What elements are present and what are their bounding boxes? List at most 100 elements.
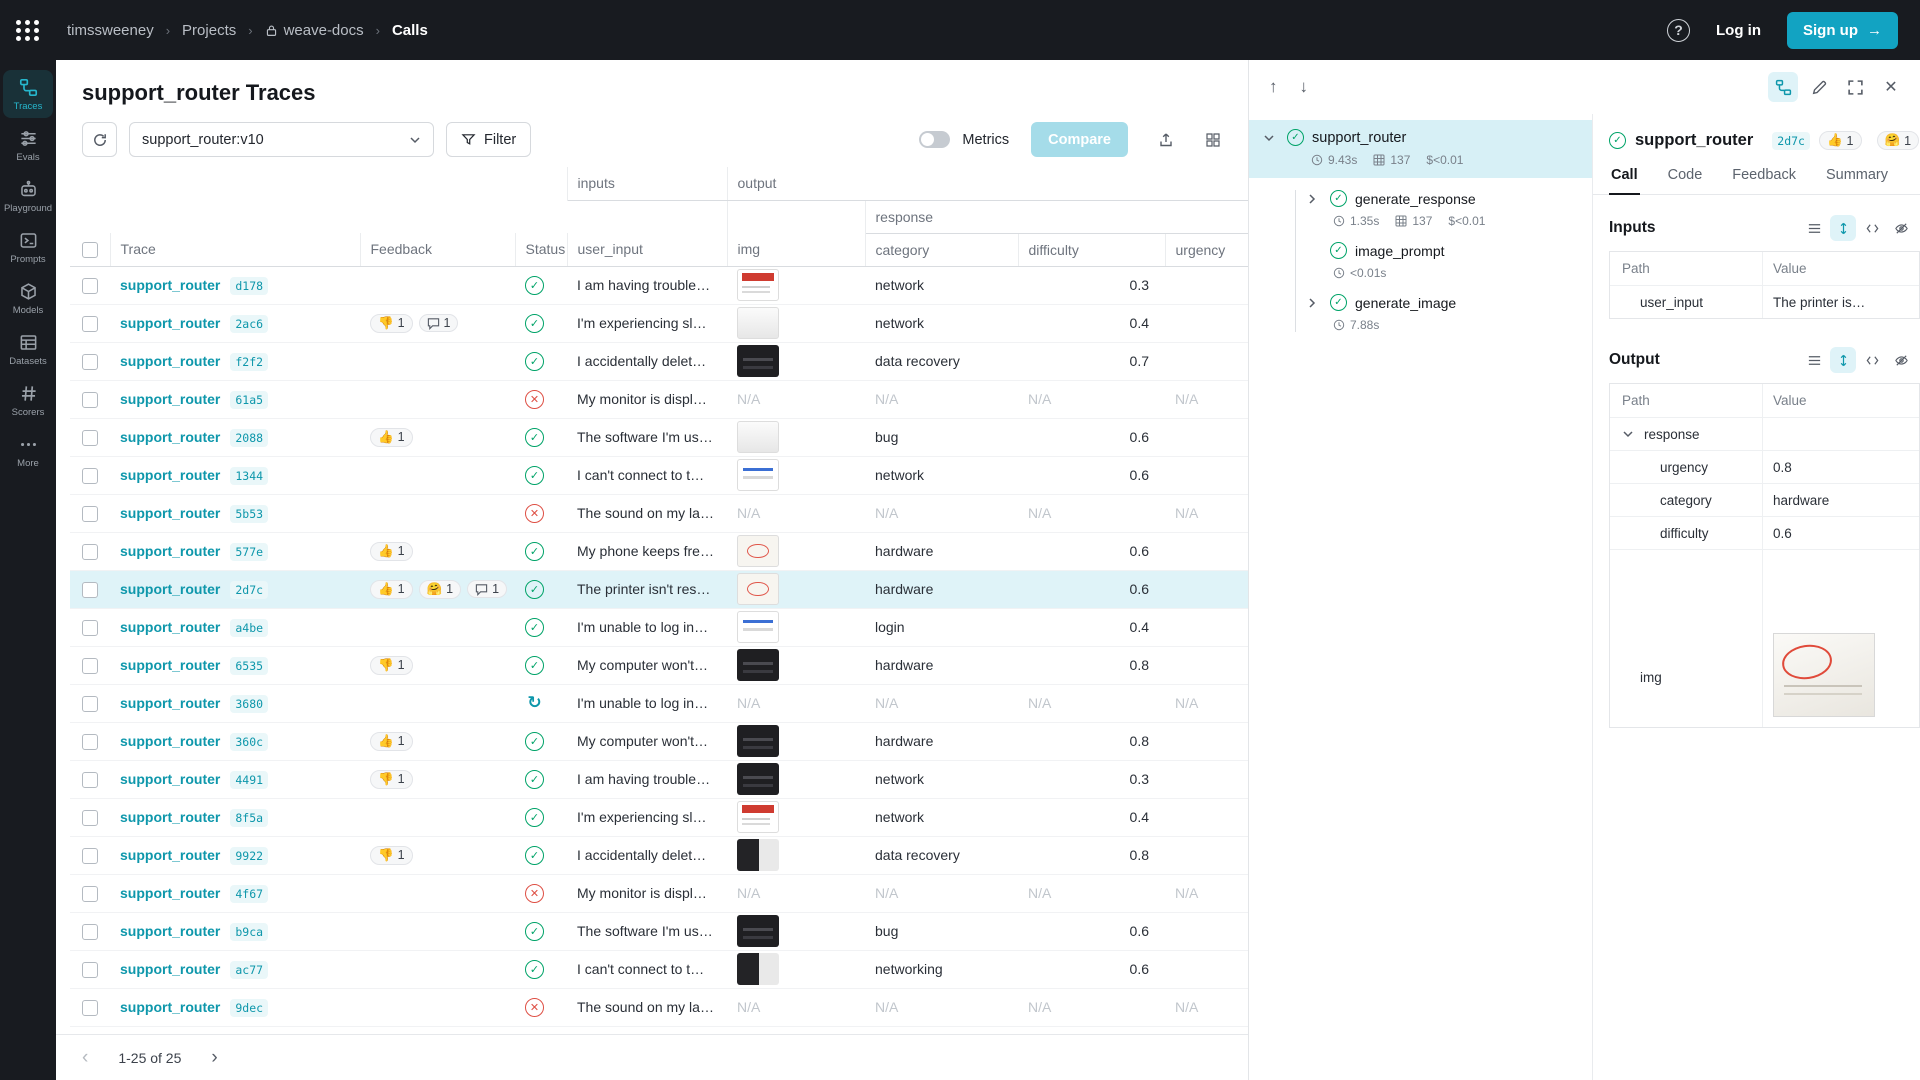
input-image-thumbnail[interactable]: [737, 763, 779, 795]
row-checkbox[interactable]: [82, 582, 98, 598]
row-checkbox[interactable]: [82, 924, 98, 940]
column-header-feedback[interactable]: Feedback: [360, 233, 515, 266]
wandb-logo[interactable]: [15, 18, 39, 42]
trace-link[interactable]: support_router: [120, 733, 220, 749]
list-view-button[interactable]: [1801, 215, 1827, 241]
trace-link[interactable]: support_router: [120, 429, 220, 445]
trace-link[interactable]: support_router: [120, 923, 220, 939]
tab-call[interactable]: Call: [1609, 161, 1640, 195]
chevron-down-icon[interactable]: [1622, 428, 1638, 440]
feedback-pill[interactable]: 👍1: [370, 428, 413, 447]
feedback-pill[interactable]: 👎1: [370, 846, 413, 865]
trace-link[interactable]: support_router: [120, 391, 220, 407]
feedback-pill[interactable]: 🤗1: [419, 580, 462, 599]
trace-link[interactable]: support_router: [120, 847, 220, 863]
tree-node-root[interactable]: ✓ support_router 9.43s 137 $<0.01: [1249, 120, 1592, 178]
row-checkbox[interactable]: [82, 316, 98, 332]
table-row[interactable]: support_router4491👎1✓I am having trouble…: [70, 760, 1248, 798]
sidebar-item-playground[interactable]: Playground: [3, 172, 53, 220]
feedback-pill[interactable]: 👍1: [370, 732, 413, 751]
input-image-thumbnail[interactable]: [737, 725, 779, 757]
column-header-difficulty[interactable]: difficulty: [1018, 233, 1165, 266]
input-image-thumbnail[interactable]: [737, 953, 779, 985]
trace-link[interactable]: support_router: [120, 505, 220, 521]
comment-pill[interactable]: 1: [419, 314, 459, 332]
table-row[interactable]: support_router9922👎1✓I accidentally dele…: [70, 836, 1248, 874]
input-image-thumbnail[interactable]: [737, 269, 779, 301]
trace-link[interactable]: support_router: [120, 809, 220, 825]
comment-pill[interactable]: 1: [467, 580, 507, 598]
feedback-pill[interactable]: 👍1: [370, 580, 413, 599]
trace-link[interactable]: support_router: [120, 353, 220, 369]
trace-link[interactable]: support_router: [120, 695, 220, 711]
input-image-thumbnail[interactable]: [737, 915, 779, 947]
output-row-category[interactable]: category hardware: [1610, 483, 1919, 516]
trace-link[interactable]: support_router: [120, 543, 220, 559]
sidebar-item-scorers[interactable]: Scorers: [3, 376, 53, 424]
version-select[interactable]: support_router:v10: [129, 122, 434, 157]
trace-link[interactable]: support_router: [120, 619, 220, 635]
hide-values-button[interactable]: [1888, 347, 1914, 373]
column-header-user-input[interactable]: user_input: [567, 233, 727, 266]
call-id-badge[interactable]: 2d7c: [1772, 132, 1810, 150]
trace-link[interactable]: support_router: [120, 999, 220, 1015]
output-row-response[interactable]: response: [1610, 417, 1919, 450]
table-row[interactable]: support_router3680↻I'm unable to log in……: [70, 684, 1248, 722]
tab-summary[interactable]: Summary: [1824, 161, 1890, 194]
sidebar-item-prompts[interactable]: Prompts: [3, 223, 53, 271]
breadcrumb-projects[interactable]: Projects: [182, 22, 236, 39]
row-checkbox[interactable]: [82, 1000, 98, 1016]
previous-call-button[interactable]: ↑: [1269, 77, 1278, 97]
tree-node-generate-response[interactable]: ✓ generate_response 1.35s 137 $<0.01: [1306, 190, 1592, 228]
row-checkbox[interactable]: [82, 696, 98, 712]
table-row[interactable]: support_router4f67✕My monitor is displ…N…: [70, 874, 1248, 912]
table-row[interactable]: support_router5b53✕The sound on my la…N/…: [70, 494, 1248, 532]
row-checkbox[interactable]: [82, 962, 98, 978]
trace-link[interactable]: support_router: [120, 467, 220, 483]
login-button[interactable]: Log in: [1716, 22, 1761, 39]
help-icon[interactable]: ?: [1667, 19, 1690, 42]
prev-page-button[interactable]: ‹: [82, 1048, 88, 1067]
input-image-thumbnail[interactable]: [737, 839, 779, 871]
table-row[interactable]: support_router360c👍1✓My computer won't…h…: [70, 722, 1248, 760]
chevron-right-icon[interactable]: [1306, 193, 1322, 205]
row-checkbox[interactable]: [82, 278, 98, 294]
trace-link[interactable]: support_router: [120, 885, 220, 901]
row-checkbox[interactable]: [82, 430, 98, 446]
trace-link[interactable]: support_router: [120, 657, 220, 673]
trace-tree-toggle-button[interactable]: [1768, 72, 1798, 102]
export-button[interactable]: [1148, 122, 1183, 157]
input-image-thumbnail[interactable]: [737, 459, 779, 491]
feedback-pill[interactable]: 👍1: [370, 542, 413, 561]
input-image-thumbnail[interactable]: [737, 801, 779, 833]
trace-link[interactable]: support_router: [120, 581, 220, 597]
output-row-difficulty[interactable]: difficulty 0.6: [1610, 516, 1919, 549]
refresh-button[interactable]: [82, 122, 117, 157]
output-image-thumbnail[interactable]: [1773, 633, 1875, 717]
next-page-button[interactable]: ›: [211, 1048, 217, 1067]
feedback-pill[interactable]: 👍1: [1819, 131, 1862, 150]
tree-node-image-prompt[interactable]: ✓ image_prompt <0.01s: [1306, 242, 1592, 280]
expand-values-button[interactable]: [1830, 215, 1856, 241]
feedback-pill[interactable]: 🤗1: [1877, 131, 1920, 150]
feedback-pill[interactable]: 👎1: [370, 314, 413, 333]
hide-values-button[interactable]: [1888, 215, 1914, 241]
code-view-button[interactable]: [1859, 347, 1885, 373]
row-checkbox[interactable]: [82, 392, 98, 408]
output-row-img[interactable]: img: [1610, 549, 1919, 727]
column-settings-button[interactable]: [1195, 122, 1230, 157]
tab-code[interactable]: Code: [1666, 161, 1705, 194]
table-row[interactable]: support_router9dec✕The sound on my la…N/…: [70, 988, 1248, 1026]
breadcrumb-calls[interactable]: Calls: [392, 22, 428, 39]
row-checkbox[interactable]: [82, 658, 98, 674]
feedback-pill[interactable]: 👎1: [370, 770, 413, 789]
sidebar-item-datasets[interactable]: Datasets: [3, 325, 53, 373]
table-row[interactable]: support_routerac77✓I can't connect to t……: [70, 950, 1248, 988]
input-image-thumbnail[interactable]: [737, 573, 779, 605]
input-image-thumbnail[interactable]: [737, 649, 779, 681]
table-row[interactable]: support_router577e👍1✓My phone keeps fre……: [70, 532, 1248, 570]
input-image-thumbnail[interactable]: [737, 421, 779, 453]
chevron-down-icon[interactable]: [1263, 132, 1279, 144]
table-row[interactable]: support_routerb9ca✓The software I'm us…b…: [70, 912, 1248, 950]
column-header-trace[interactable]: Trace: [110, 233, 360, 266]
